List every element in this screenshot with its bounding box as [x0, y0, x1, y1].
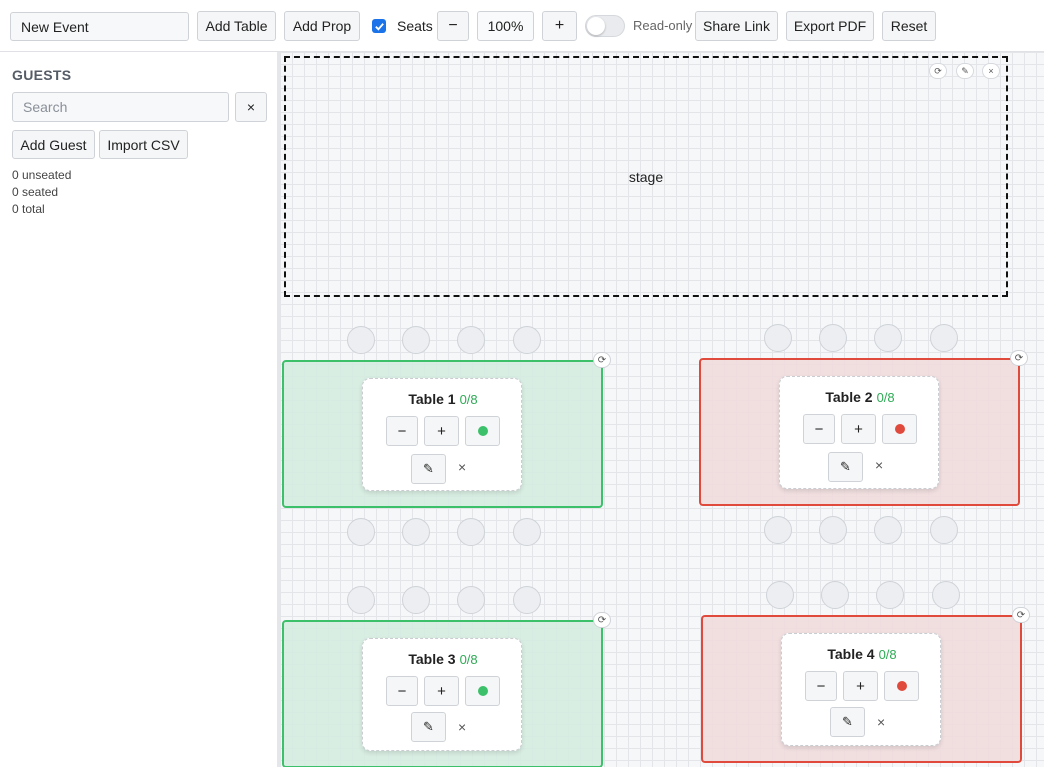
readonly-toggle[interactable] — [585, 15, 625, 37]
seat[interactable] — [930, 324, 958, 352]
seat-count: 0/8 — [878, 647, 897, 662]
table-name: Table 1 — [408, 391, 456, 407]
seat[interactable] — [347, 518, 375, 546]
seat[interactable] — [766, 581, 794, 609]
remove-seat-button[interactable]: − — [805, 671, 837, 701]
rotate-icon[interactable]: ⟳ — [593, 352, 611, 368]
seat-count: 0/8 — [459, 652, 478, 667]
seat[interactable] — [764, 516, 792, 544]
add-seat-button[interactable]: + — [424, 676, 459, 706]
table-name: Table 3 — [408, 651, 456, 667]
seat[interactable] — [874, 324, 902, 352]
seat[interactable] — [513, 586, 541, 614]
remove-seat-button[interactable]: − — [386, 676, 418, 706]
stage-prop[interactable]: stage — [284, 56, 1008, 297]
seat[interactable] — [930, 516, 958, 544]
seated-count: 0 seated — [12, 185, 59, 199]
import-csv-button[interactable]: Import CSV — [99, 130, 188, 159]
add-table-button[interactable]: Add Table — [197, 11, 276, 41]
add-seat-button[interactable]: + — [424, 416, 459, 446]
rotate-icon[interactable]: ⟳ — [1010, 350, 1028, 366]
status-button[interactable] — [465, 676, 500, 706]
seat[interactable] — [402, 518, 430, 546]
seat[interactable] — [457, 326, 485, 354]
status-dot-icon — [477, 426, 488, 436]
seat[interactable] — [347, 326, 375, 354]
table-card: Table 4 0/8 − + ✎ × — [781, 633, 941, 746]
table-card: Table 1 0/8 − + ✎ × — [362, 378, 522, 491]
remove-seat-button[interactable]: − — [386, 416, 418, 446]
seat-count: 0/8 — [459, 392, 478, 407]
guests-title: GUESTS — [12, 67, 72, 83]
status-dot-icon — [896, 681, 907, 691]
rotate-icon[interactable]: ⟳ — [1012, 607, 1030, 623]
delete-table-button[interactable]: × — [875, 457, 883, 473]
table-card: Table 3 0/8 − + ✎ × — [362, 638, 522, 751]
unseated-count: 0 unseated — [12, 168, 72, 182]
pencil-icon: ✎ — [423, 719, 434, 734]
edit-table-button[interactable]: ✎ — [830, 707, 865, 737]
readonly-label: Read-only — [633, 18, 693, 33]
seat[interactable] — [513, 518, 541, 546]
zoom-level: 100% — [477, 11, 534, 41]
add-guest-button[interactable]: Add Guest — [12, 130, 95, 159]
edit-table-button[interactable]: ✎ — [828, 452, 863, 482]
delete-table-button[interactable]: × — [458, 719, 466, 735]
seat[interactable] — [819, 324, 847, 352]
seat[interactable] — [402, 326, 430, 354]
clear-search-button[interactable]: × — [235, 92, 267, 122]
status-dot-icon — [894, 424, 905, 434]
status-button[interactable] — [882, 414, 917, 444]
seat-count: 0/8 — [876, 390, 895, 405]
seat[interactable] — [402, 586, 430, 614]
share-link-button[interactable]: Share Link — [695, 11, 778, 41]
seating-canvas[interactable]: stage ⟳ ✎ × ⟳ Table 1 0/8 − + ✎ × ⟳ Table… — [280, 52, 1044, 767]
seat[interactable] — [821, 581, 849, 609]
pencil-icon: ✎ — [423, 461, 434, 476]
status-button[interactable] — [465, 416, 500, 446]
table-name: Table 2 — [825, 389, 873, 405]
zoom-in-button[interactable]: + — [542, 11, 577, 41]
status-dot-icon — [477, 686, 488, 696]
guest-search-input[interactable] — [12, 92, 229, 122]
seat[interactable] — [874, 516, 902, 544]
seat[interactable] — [513, 326, 541, 354]
prop-delete-icon[interactable]: × — [982, 63, 1000, 79]
add-seat-button[interactable]: + — [841, 414, 876, 444]
seat[interactable] — [457, 586, 485, 614]
prop-edit-icon[interactable]: ✎ — [956, 63, 974, 79]
guests-sidebar: GUESTS × Add Guest Import CSV 0 unseated… — [0, 52, 280, 767]
pencil-icon: ✎ — [842, 714, 853, 729]
pencil-icon: ✎ — [840, 459, 851, 474]
rotate-icon[interactable]: ⟳ — [593, 612, 611, 628]
total-count: 0 total — [12, 202, 45, 216]
seats-checkbox[interactable] — [372, 19, 386, 33]
seat[interactable] — [932, 581, 960, 609]
stage-label: stage — [628, 168, 664, 185]
reset-button[interactable]: Reset — [882, 11, 936, 41]
toolbar: Add Table Add Prop Seats − 100% + Read-o… — [0, 0, 1044, 52]
status-button[interactable] — [884, 671, 919, 701]
delete-table-button[interactable]: × — [877, 714, 885, 730]
check-icon — [374, 22, 384, 31]
seat[interactable] — [347, 586, 375, 614]
add-seat-button[interactable]: + — [843, 671, 878, 701]
seat[interactable] — [764, 324, 792, 352]
toggle-knob — [587, 17, 605, 35]
zoom-out-button[interactable]: − — [437, 11, 469, 41]
table-name: Table 4 — [827, 646, 875, 662]
add-prop-button[interactable]: Add Prop — [284, 11, 360, 41]
seat[interactable] — [457, 518, 485, 546]
export-pdf-button[interactable]: Export PDF — [786, 11, 874, 41]
prop-rotate-icon[interactable]: ⟳ — [929, 63, 947, 79]
seats-label: Seats — [397, 18, 433, 34]
remove-seat-button[interactable]: − — [803, 414, 835, 444]
delete-table-button[interactable]: × — [458, 459, 466, 475]
event-name-input[interactable] — [10, 12, 189, 41]
edit-table-button[interactable]: ✎ — [411, 454, 446, 484]
seat[interactable] — [876, 581, 904, 609]
edit-table-button[interactable]: ✎ — [411, 712, 446, 742]
table-card: Table 2 0/8 − + ✎ × — [779, 376, 939, 489]
seat[interactable] — [819, 516, 847, 544]
